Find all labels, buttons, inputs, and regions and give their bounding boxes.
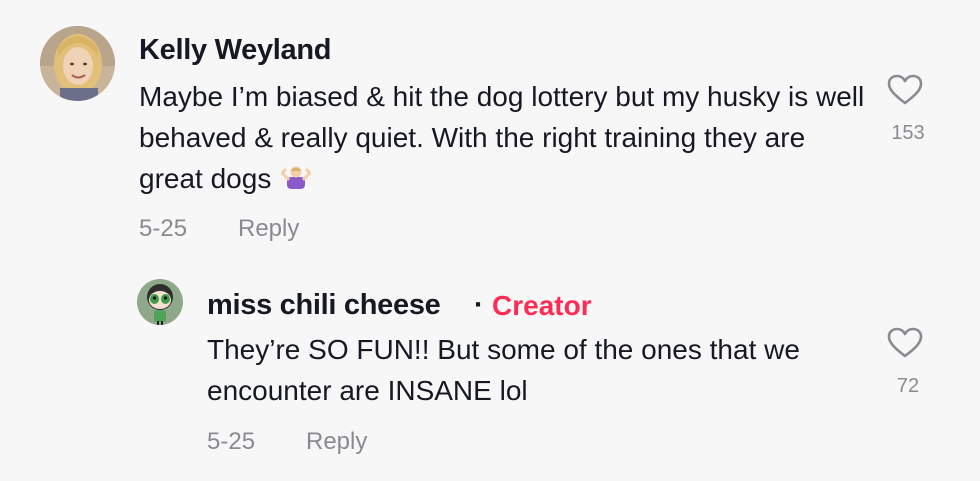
- like-count: 72: [896, 375, 920, 397]
- creator-badge: Creator: [492, 290, 592, 321]
- person-shrugging-emoji: [281, 164, 312, 190]
- comment-text: They’re SO FUN!! But some of the ones th…: [207, 334, 800, 406]
- heart-outline-icon[interactable]: [887, 74, 923, 106]
- comment-username[interactable]: miss chili cheese: [207, 289, 441, 322]
- comment-date: 5-25: [207, 428, 256, 455]
- comment-date: 5-25: [139, 215, 188, 242]
- avatar[interactable]: [137, 279, 183, 325]
- comment-text: Maybe I’m biased & hit the dog lottery b…: [139, 76, 869, 199]
- like-count: 153: [891, 122, 925, 144]
- comment-thread: Kelly Weyland Maybe I’m biased & hit the…: [0, 0, 980, 481]
- reply-button[interactable]: Reply: [306, 428, 367, 456]
- reply-button[interactable]: Reply: [238, 215, 299, 243]
- avatar[interactable]: [40, 26, 115, 101]
- heart-outline-icon[interactable]: [887, 327, 923, 359]
- comment-text-body: Maybe I’m biased & hit the dog lottery b…: [139, 81, 865, 194]
- comment-username[interactable]: Kelly Weyland: [139, 34, 332, 67]
- separator-dot: ·: [474, 289, 484, 321]
